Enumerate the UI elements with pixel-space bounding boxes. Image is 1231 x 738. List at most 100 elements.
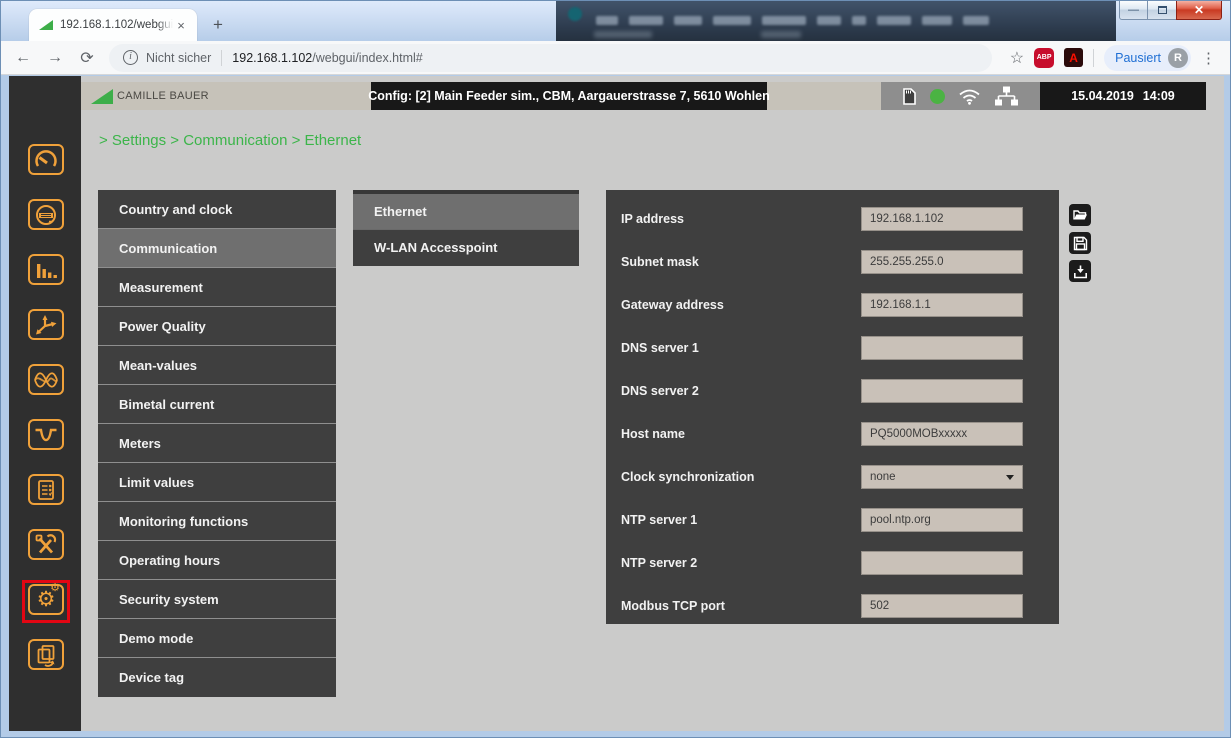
clock-synchronization-value: none [870,471,1006,483]
menu-item-mean-values[interactable]: Mean-values [98,346,336,385]
browser-titlebar: 192.168.1.102/webgui/index.html × + — ✕ [1,1,1230,41]
open-folder-icon [1072,208,1088,222]
clock-synchronization-select[interactable]: none [861,465,1023,489]
host-name-label: Host name [621,422,685,446]
back-button[interactable]: ← [11,46,35,70]
sidebar-item-waveform[interactable] [28,364,64,395]
maximize-icon [1158,6,1167,14]
settings-gear-small-icon: ⚙ [50,583,60,593]
sidebar-item-data-export[interactable] [28,639,64,670]
subnet-mask-label: Subnet mask [621,250,699,274]
modbus-tcp-port-field[interactable] [861,594,1023,618]
menu-item-security-system[interactable]: Security system [98,580,336,619]
breadcrumb: > Settings > Communication > Ethernet [99,132,361,149]
gateway-address-label: Gateway address [621,293,724,317]
sd-card-icon [902,87,917,106]
dns-server-2-field[interactable] [861,379,1023,403]
harmonics-chart-icon [33,258,59,282]
open-config-button[interactable] [1069,204,1091,226]
tab-title: 192.168.1.102/webgui/index.html [60,19,173,31]
brand-logo[interactable]: CAMILLE BAUER [91,82,209,110]
submenu-item-ethernet[interactable]: Ethernet [353,194,579,230]
address-bar[interactable]: i Nicht sicher 192.168.1.102 /webgui/ind… [109,44,992,72]
menu-item-monitoring-functions[interactable]: Monitoring functions [98,502,336,541]
sidebar-item-voltage-dip[interactable] [28,419,64,450]
browser-tab[interactable]: 192.168.1.102/webgui/index.html × [29,9,197,41]
dns-server-1-label: DNS server 1 [621,336,699,360]
host-name-field[interactable] [861,422,1023,446]
browser-toolbar: ← → ⟳ i Nicht sicher 192.168.1.102 /webg… [1,41,1230,75]
gateway-address-field[interactable] [861,293,1023,317]
reload-button[interactable]: ⟳ [75,46,99,70]
gauge-icon [33,148,59,172]
dropdown-arrow-icon [1006,475,1014,480]
menu-item-demo-mode[interactable]: Demo mode [98,619,336,658]
save-config-button[interactable] [1069,232,1091,254]
profile-chip[interactable]: Pausiert R [1104,45,1191,71]
window-controls: — ✕ [1119,1,1222,20]
meter-display-icon [33,203,59,227]
menu-item-communication[interactable]: Communication [98,229,336,268]
sidebar-item-settings[interactable]: ⚙ ⚙ [28,584,64,615]
toolbar-divider [1093,49,1094,67]
dns-server-1-field[interactable] [861,336,1023,360]
url-host: 192.168.1.102 [232,51,312,65]
sidebar-item-service[interactable] [28,529,64,560]
brand-triangle-icon [91,89,113,104]
menu-item-operating-hours[interactable]: Operating hours [98,541,336,580]
sidebar-item-gauge[interactable] [28,144,64,175]
ntp-server-1-field[interactable] [861,508,1023,532]
browser-window: 192.168.1.102/webgui/index.html × + — ✕ … [0,0,1231,738]
sidebar-item-meter-display[interactable] [28,199,64,230]
sidebar-item-phasor[interactable] [28,309,64,340]
subnet-mask-field[interactable] [861,250,1023,274]
time-label: 14:09 [1143,89,1175,103]
status-ok-icon [930,89,945,104]
network-icon [994,86,1019,106]
waveform-icon [33,368,59,392]
sidebar-item-harmonics[interactable] [28,254,64,285]
minimize-button[interactable]: — [1119,1,1148,20]
datetime-display: 15.04.2019 14:09 [1040,82,1206,110]
phasor-diagram-icon [33,313,59,337]
modbus-tcp-port-label: Modbus TCP port [621,594,725,618]
menu-item-country-and-clock[interactable]: Country and clock [98,190,336,229]
submenu-item-wlan-accesspoint[interactable]: W-LAN Accesspoint [353,230,579,266]
app-header: CAMILLE BAUER Config: [2] Main Feeder si… [81,82,1206,110]
browser-menu-icon[interactable]: ⋮ [1201,49,1216,67]
sidebar-item-events[interactable] [28,474,64,505]
download-config-button[interactable] [1069,260,1091,282]
new-tab-button[interactable]: + [205,12,231,38]
config-bar: Config: [2] Main Feeder sim., CBM, Aarga… [371,82,767,110]
bookmark-star-icon[interactable]: ☆ [1010,48,1024,68]
menu-item-device-tag[interactable]: Device tag [98,658,336,697]
menu-item-meters[interactable]: Meters [98,424,336,463]
menu-item-power-quality[interactable]: Power Quality [98,307,336,346]
tools-icon [33,533,59,557]
brand-name: CAMILLE BAUER [117,90,209,102]
date-label: 15.04.2019 [1071,89,1134,103]
tab-close-icon[interactable]: × [173,17,189,33]
ip-address-label: IP address [621,207,684,231]
background-window [556,1,1116,41]
event-list-icon [33,478,59,502]
close-button[interactable]: ✕ [1176,1,1222,20]
ntp-server-1-label: NTP server 1 [621,508,697,532]
ip-address-field[interactable] [861,207,1023,231]
communication-submenu: Ethernet W-LAN Accesspoint [353,190,579,266]
dns-server-2-label: DNS server 2 [621,379,699,403]
adblock-extension-icon[interactable]: ABP [1034,48,1054,68]
menu-item-bimetal-current[interactable]: Bimetal current [98,385,336,424]
avatar: R [1168,48,1188,68]
data-export-icon [33,643,59,667]
maximize-button[interactable] [1148,1,1176,20]
ntp-server-2-field[interactable] [861,551,1023,575]
save-floppy-icon [1073,236,1088,251]
forward-button[interactable]: → [43,46,67,70]
acrobat-extension-icon[interactable]: A [1064,48,1083,67]
voltage-dip-icon [33,423,59,447]
tab-favicon-triangle-icon [39,20,53,30]
menu-item-measurement[interactable]: Measurement [98,268,336,307]
menu-item-limit-values[interactable]: Limit values [98,463,336,502]
info-icon[interactable]: i [123,50,138,65]
